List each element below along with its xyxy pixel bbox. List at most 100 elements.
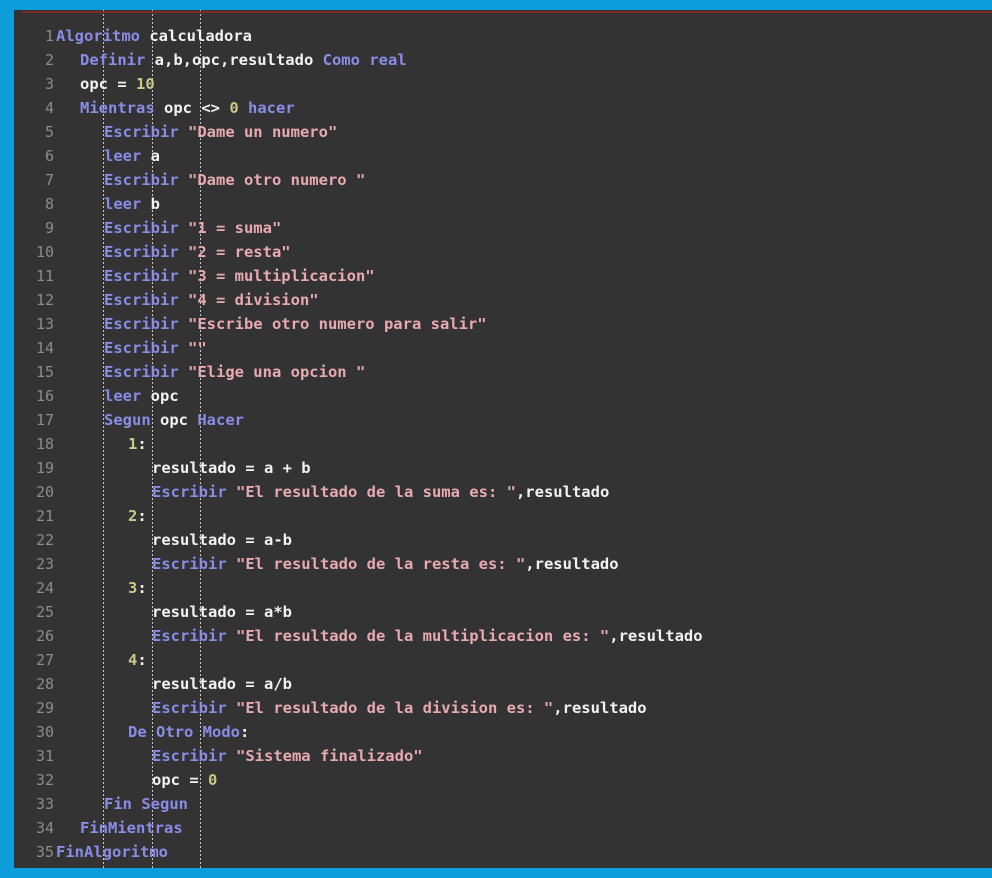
code-editor-surface[interactable]: 1 Algoritmo calculadora 2 Definir a,b,opc,r… <box>14 10 992 868</box>
code-lines-container[interactable]: 1 Algoritmo calculadora 2 Definir a,b,opc,r… <box>14 24 992 864</box>
line-content[interactable]: resultado = a*b <box>152 600 292 624</box>
code-line[interactable]: 1 Algoritmo calculadora <box>14 24 992 48</box>
line-content[interactable]: Escribir "4 = division" <box>104 288 319 312</box>
line-content[interactable]: Escribir "1 = suma" <box>104 216 281 240</box>
line-content[interactable]: leer opc <box>104 384 179 408</box>
token-num: 0 <box>208 771 218 789</box>
line-content[interactable]: opc = 10 <box>80 72 155 96</box>
line-content[interactable]: FinAlgoritmo <box>56 840 168 864</box>
code-line[interactable]: 18 1: <box>14 432 992 456</box>
line-content[interactable]: Escribir "El resultado de la multiplicac… <box>152 624 703 648</box>
line-number: 13 <box>35 315 54 333</box>
token-str: "1 = suma" <box>178 219 282 237</box>
line-content[interactable]: Escribir "Dame otro numero " <box>104 168 365 192</box>
line-content[interactable]: resultado = a + b <box>152 456 311 480</box>
line-number: 35 <box>35 843 54 861</box>
line-content[interactable]: Escribir "Dame un numero" <box>104 120 337 144</box>
line-number: 31 <box>35 747 54 765</box>
line-number: 25 <box>35 603 54 621</box>
code-line[interactable]: 28 resultado = a/b <box>14 672 992 696</box>
line-number: 21 <box>35 507 54 525</box>
code-line[interactable]: 21 2: <box>14 504 992 528</box>
code-line[interactable]: 34 FinMientras <box>14 816 992 840</box>
line-number: 10 <box>35 243 54 261</box>
line-content[interactable]: resultado = a-b <box>152 528 292 552</box>
token-id: b <box>141 195 160 213</box>
line-content[interactable]: Escribir "Sistema finalizado" <box>152 744 423 768</box>
code-line[interactable]: 4 Mientras opc <> 0 hacer <box>14 96 992 120</box>
line-content[interactable]: Segun opc Hacer <box>104 408 244 432</box>
token-str: "" <box>178 339 207 357</box>
code-line[interactable]: 23 Escribir "El resultado de la resta es:… <box>14 552 992 576</box>
token-id: opc <box>150 411 198 429</box>
line-content[interactable]: 3: <box>128 576 147 600</box>
code-line[interactable]: 16 leer opc <box>14 384 992 408</box>
token-kw: De Otro Modo <box>128 723 240 741</box>
line-number: 24 <box>35 579 54 597</box>
code-line[interactable]: 26 Escribir "El resultado de la multiplic… <box>14 624 992 648</box>
code-line[interactable]: 10 Escribir "2 = resta" <box>14 240 992 264</box>
token-kw: FinAlgoritmo <box>56 843 168 861</box>
token-kw: Escribir <box>104 243 179 261</box>
token-kw: Escribir <box>152 555 227 573</box>
line-content[interactable]: Mientras opc <> 0 hacer <box>80 96 295 120</box>
token-id: a <box>141 147 160 165</box>
code-line[interactable]: 35 FinAlgoritmo <box>14 840 992 864</box>
code-line[interactable]: 12 Escribir "4 = division" <box>14 288 992 312</box>
code-line[interactable]: 8 leer b <box>14 192 992 216</box>
line-content[interactable]: Escribir "El resultado de la resta es: "… <box>152 552 619 576</box>
code-line[interactable]: 17 Segun opc Hacer <box>14 408 992 432</box>
code-line[interactable]: 6 leer a <box>14 144 992 168</box>
line-number: 14 <box>35 339 54 357</box>
code-line[interactable]: 5 Escribir "Dame un numero" <box>14 120 992 144</box>
line-content[interactable]: 1: <box>128 432 147 456</box>
token-kw: Escribir <box>104 315 179 333</box>
token-id: : <box>239 723 250 741</box>
line-content[interactable]: De Otro Modo: <box>128 720 249 744</box>
line-content[interactable]: Escribir "El resultado de la division es… <box>152 696 647 720</box>
token-num: 2 <box>128 507 138 525</box>
line-content[interactable]: Escribir "Escribe otro numero para salir… <box>104 312 487 336</box>
code-line[interactable]: 11 Escribir "3 = multiplicacion" <box>14 264 992 288</box>
token-kw: FinMientras <box>80 819 183 837</box>
token-id: opc <box>141 387 179 405</box>
code-line[interactable]: 27 4: <box>14 648 992 672</box>
line-content[interactable]: FinMientras <box>80 816 183 840</box>
code-line[interactable]: 20 Escribir "El resultado de la suma es: … <box>14 480 992 504</box>
line-content[interactable]: Algoritmo calculadora <box>56 24 252 48</box>
line-content[interactable]: Definir a,b,opc,resultado Como real <box>80 48 407 72</box>
code-line[interactable]: 3 opc = 10 <box>14 72 992 96</box>
line-content[interactable]: leer a <box>104 144 160 168</box>
code-line[interactable]: 30 De Otro Modo: <box>14 720 992 744</box>
code-line[interactable]: 13 Escribir "Escribe otro numero para sal… <box>14 312 992 336</box>
line-content[interactable]: Escribir "2 = resta" <box>104 240 291 264</box>
code-line[interactable]: 9 Escribir "1 = suma" <box>14 216 992 240</box>
line-content[interactable]: Escribir "3 = multiplicacion" <box>104 264 375 288</box>
code-line[interactable]: 15 Escribir "Elige una opcion " <box>14 360 992 384</box>
code-line[interactable]: 33 Fin Segun <box>14 792 992 816</box>
line-content[interactable]: leer b <box>104 192 160 216</box>
code-line[interactable]: 32 opc = 0 <box>14 768 992 792</box>
code-line[interactable]: 22 resultado = a-b <box>14 528 992 552</box>
line-content[interactable]: 2: <box>128 504 147 528</box>
line-content[interactable]: resultado = a/b <box>152 672 292 696</box>
code-line[interactable]: 19 resultado = a + b <box>14 456 992 480</box>
line-number: 23 <box>35 555 54 573</box>
token-id: : <box>137 651 147 669</box>
line-content[interactable]: Fin Segun <box>104 792 188 816</box>
code-line[interactable]: 7 Escribir "Dame otro numero " <box>14 168 992 192</box>
line-content[interactable]: Escribir "El resultado de la suma es: ",… <box>152 480 609 504</box>
code-line[interactable]: 31 Escribir "Sistema finalizado" <box>14 744 992 768</box>
code-line[interactable]: 24 3: <box>14 576 992 600</box>
token-kw: leer <box>104 147 142 165</box>
line-content[interactable]: Escribir "Elige una opcion " <box>104 360 365 384</box>
code-line[interactable]: 25 resultado = a*b <box>14 600 992 624</box>
line-number: 5 <box>44 123 54 141</box>
line-content[interactable]: Escribir "" <box>104 336 207 360</box>
code-line[interactable]: 14 Escribir "" <box>14 336 992 360</box>
line-content[interactable]: 4: <box>128 648 147 672</box>
code-line[interactable]: 2 Definir a,b,opc,resultado Como real <box>14 48 992 72</box>
code-line[interactable]: 29 Escribir "El resultado de la division … <box>14 696 992 720</box>
token-kw: leer <box>104 387 142 405</box>
line-content[interactable]: opc = 0 <box>152 768 217 792</box>
